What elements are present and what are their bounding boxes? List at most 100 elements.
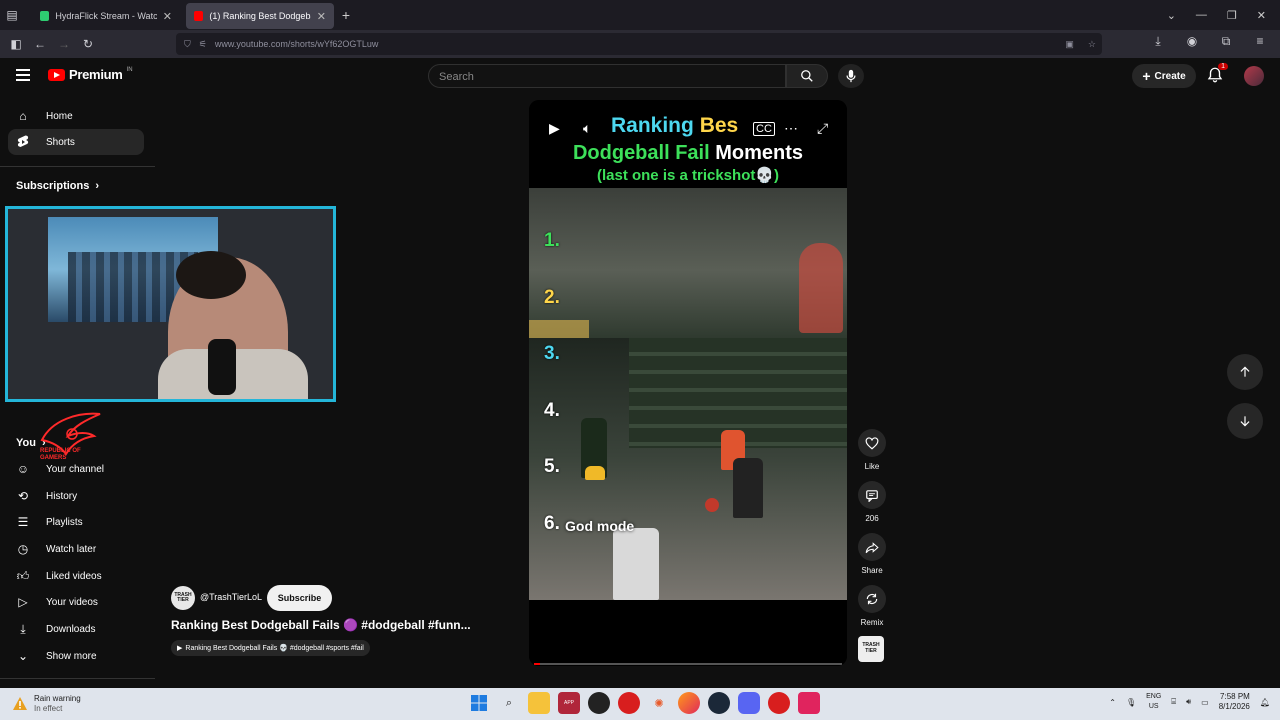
file-explorer-icon[interactable]: [528, 692, 550, 714]
battery-icon[interactable]: ▭: [1201, 698, 1209, 707]
youtube-logo[interactable]: Premium IN: [48, 67, 133, 82]
app-icon[interactable]: [618, 692, 640, 714]
search-button[interactable]: [786, 64, 828, 88]
sidebar-item-history[interactable]: ⟲ History: [8, 483, 144, 509]
captions-icon[interactable]: CC: [753, 122, 775, 136]
close-tab-icon[interactable]: ✕: [163, 10, 172, 23]
forward-icon[interactable]: →: [52, 37, 76, 51]
voice-search-button[interactable]: [838, 64, 864, 88]
sidebar-item-home[interactable]: ⌂ Home: [8, 103, 144, 129]
chevron-up-icon[interactable]: ⌃: [1109, 698, 1116, 707]
weather-title: Rain warning: [34, 694, 81, 703]
search-icon[interactable]: ⌕: [498, 692, 520, 714]
search-icon: [801, 70, 813, 82]
previous-short-button[interactable]: [1227, 354, 1263, 390]
back-icon[interactable]: ←: [28, 37, 52, 51]
app-icon[interactable]: [768, 692, 790, 714]
sidebar-item-label: Playlists: [46, 516, 83, 528]
hamburger-menu-icon[interactable]: [16, 69, 30, 84]
remix-button[interactable]: Remix: [858, 585, 886, 627]
rank-number: 2.: [544, 287, 560, 309]
maximize-icon[interactable]: ❐: [1227, 9, 1237, 22]
sidebar-item-show-more[interactable]: ⌄ Show more: [8, 643, 144, 669]
site-info-icon[interactable]: ⚟: [199, 39, 207, 50]
rank-number: 6.: [544, 513, 560, 535]
sidebar-item-your-channel[interactable]: ☺ Your channel: [8, 456, 144, 482]
menu-icon[interactable]: ≡: [1248, 34, 1272, 49]
microphone-icon[interactable]: 🎙︎: [1126, 698, 1136, 707]
tab-youtube[interactable]: (1) Ranking Best Dodgeball Fails ✕: [186, 3, 334, 29]
discord-icon[interactable]: [738, 692, 760, 714]
yellow-shorts: [585, 466, 605, 480]
share-icon: [865, 541, 879, 553]
extensions-icon[interactable]: ⧉: [1214, 34, 1238, 49]
windows-start-icon[interactable]: [468, 692, 490, 714]
sidebar-item-label: Show more: [46, 650, 97, 662]
close-window-icon[interactable]: ✕: [1257, 9, 1266, 22]
account-icon[interactable]: ◉: [1180, 34, 1204, 49]
language-indicator[interactable]: ENG US: [1146, 692, 1161, 712]
thrower: [613, 528, 659, 600]
warning-icon: [13, 697, 27, 710]
audio-source-thumbnail[interactable]: TRASH TIER: [858, 636, 884, 662]
app-icon[interactable]: [588, 692, 610, 714]
volume-icon[interactable]: 🔈︎: [583, 120, 591, 137]
url-bar[interactable]: ⛉ ⚟ www.youtube.com/shorts/wYf62OGTLuw ▣…: [176, 33, 1102, 55]
notifications-button[interactable]: 1: [1206, 63, 1228, 86]
weather-widget[interactable]: Rain warning In effect: [12, 694, 81, 714]
youtube-favicon-icon: [194, 11, 204, 21]
screen: ▤ HydraFlick Stream - Watch Live ✕ (1) R…: [0, 0, 1280, 720]
clock[interactable]: 7:58 PM 8/1/2026: [1219, 692, 1250, 712]
progress-bar[interactable]: [534, 663, 842, 665]
chip-label: Ranking Best Dodgeball Fails 💀 #dodgebal…: [185, 645, 364, 652]
share-button[interactable]: Share: [858, 533, 886, 575]
app-icon[interactable]: APP: [558, 692, 580, 714]
channel-handle[interactable]: @TrashTierLoL: [200, 592, 262, 602]
sidebar-item-playlists[interactable]: ☰ Playlists: [8, 509, 144, 535]
search-input[interactable]: Search: [428, 64, 786, 88]
sidebar-toggle-icon[interactable]: ◧: [4, 37, 28, 51]
more-options-icon[interactable]: ⋯: [784, 120, 798, 137]
sidebar-item-liked-videos[interactable]: 👍︎ Liked videos: [8, 563, 144, 589]
minimize-icon[interactable]: —: [1196, 9, 1207, 22]
rank-label: 6.: [544, 513, 560, 534]
download-icon[interactable]: ⤓: [1146, 34, 1170, 49]
shorts-player[interactable]: Ranking Bes Dodgeball Fail Moments (last…: [529, 100, 847, 666]
url-text: www.youtube.com/shorts/wYf62OGTLuw: [214, 39, 379, 49]
fullscreen-icon[interactable]: ⤢: [817, 120, 828, 137]
related-chip[interactable]: ▶ Ranking Best Dodgeball Fails 💀 #dodgeb…: [171, 640, 370, 656]
title-part: Bes: [699, 114, 739, 137]
subscriptions-header[interactable]: Subscriptions ›: [16, 180, 99, 192]
play-icon[interactable]: ▶: [549, 120, 560, 137]
close-tab-icon[interactable]: ✕: [317, 10, 326, 23]
reload-icon[interactable]: ↻: [76, 37, 100, 51]
language-code: ENG: [1146, 693, 1162, 700]
subscribe-button[interactable]: Subscribe: [267, 585, 332, 611]
reader-icon[interactable]: ▣: [1065, 39, 1074, 50]
notification-center-icon[interactable]: 🔔︎: [1260, 698, 1270, 707]
create-button[interactable]: + Create: [1132, 64, 1196, 88]
webcam-overlay: [5, 206, 336, 402]
avatar[interactable]: [1244, 66, 1264, 86]
steam-icon[interactable]: [708, 692, 730, 714]
like-button[interactable]: Like: [858, 429, 886, 471]
network-icon[interactable]: ⌸: [1171, 697, 1176, 707]
bookmark-star-icon[interactable]: ☆: [1088, 39, 1096, 50]
firefox-icon[interactable]: [678, 692, 700, 714]
new-tab-icon[interactable]: +: [334, 7, 358, 23]
sidebar-item-downloads[interactable]: ⤓ Downloads: [8, 616, 144, 642]
tab-menu-chevron-icon[interactable]: ⌄: [1167, 9, 1176, 22]
tab-list-icon[interactable]: ▤: [0, 8, 24, 22]
volume-icon[interactable]: 🔊︎: [1186, 697, 1191, 707]
channel-avatar[interactable]: TRASH TIER: [171, 586, 195, 610]
app-icon[interactable]: [798, 692, 820, 714]
video-title[interactable]: Ranking Best Dodgeball Fails 🟣 #dodgebal…: [171, 618, 471, 632]
sidebar-item-shorts[interactable]: Shorts: [8, 129, 144, 155]
tab-hydraflick[interactable]: HydraFlick Stream - Watch Live ✕: [32, 3, 180, 29]
app-icon[interactable]: ✺: [648, 692, 670, 714]
next-short-button[interactable]: [1227, 403, 1263, 439]
comments-button[interactable]: 206: [858, 481, 886, 523]
sidebar-item-watch-later[interactable]: ◷ Watch later: [8, 536, 144, 562]
sidebar-item-your-videos[interactable]: ▷ Your videos: [8, 589, 144, 615]
your-videos-icon: ▷: [18, 595, 28, 609]
